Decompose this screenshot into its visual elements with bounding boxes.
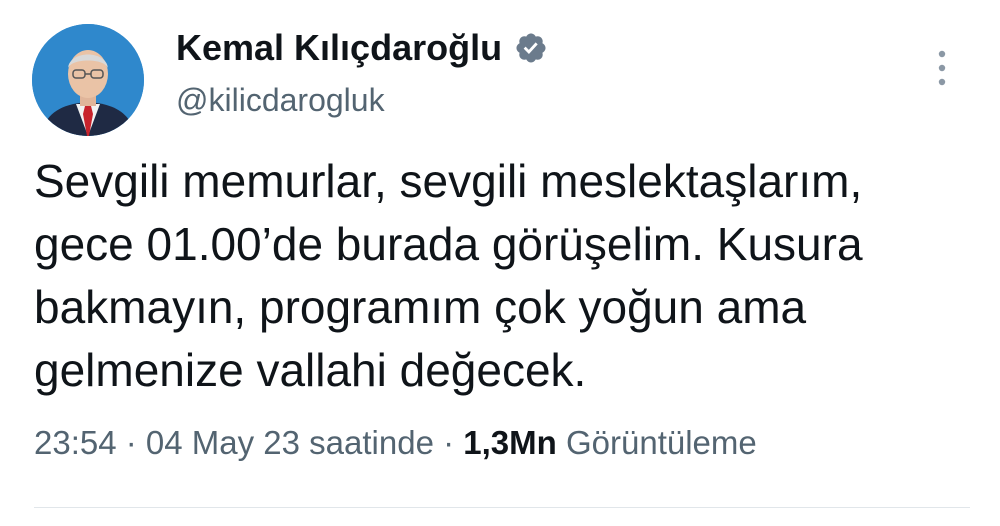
more-options-icon[interactable]: [930, 46, 954, 90]
tweet-text: Sevgili memurlar, sevgili meslektaşlarım…: [34, 155, 863, 396]
tweet-date[interactable]: 04 May 23 saatinde: [146, 424, 434, 461]
author-name-row: Kemal Kılıçdaroğlu: [176, 30, 548, 66]
views-count[interactable]: 1,3Mn: [463, 424, 557, 461]
avatar[interactable]: [32, 24, 144, 136]
views-label[interactable]: Görüntüleme: [566, 424, 757, 461]
author-handle[interactable]: @kilicdarogluk: [176, 84, 385, 116]
divider: [34, 507, 970, 508]
author-display-name[interactable]: Kemal Kılıçdaroğlu: [176, 30, 502, 66]
tweet-card: Kemal Kılıçdaroğlu @kilicdarogluk Sevgil…: [0, 0, 1000, 526]
meta-separator: ·: [116, 424, 146, 461]
verified-badge-icon[interactable]: [514, 31, 548, 65]
meta-separator-2: ·: [433, 424, 464, 461]
tweet-meta: 23:54 · 04 May 23 saatinde · 1,3Mn Görün…: [34, 426, 757, 459]
tweet-time[interactable]: 23:54: [34, 424, 117, 461]
